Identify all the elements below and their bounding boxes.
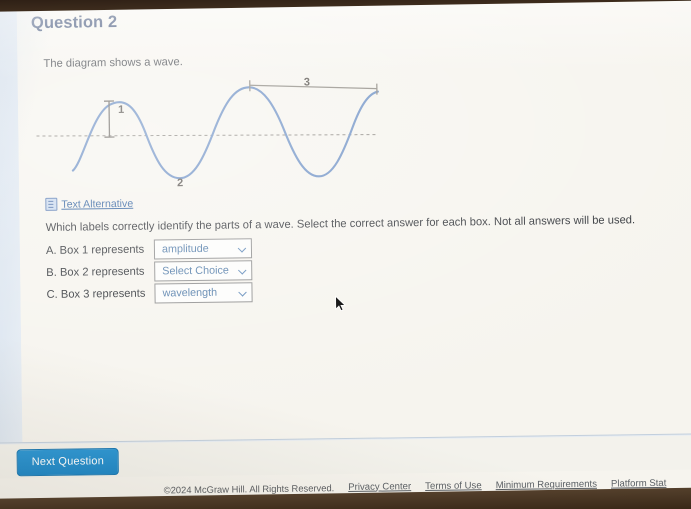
- answer-row-a: A. Box 1 represents amplitude: [45, 237, 253, 262]
- footer-link-terms-of-use[interactable]: Terms of Use: [425, 480, 482, 492]
- wave-diagram: 1 2 3: [36, 71, 398, 198]
- chevron-down-icon: [239, 244, 247, 252]
- dropdown-box-2-value: Select Choice: [162, 264, 229, 278]
- document-icon: [45, 197, 58, 211]
- screen-surface: Question 2 The diagram shows a wave. 1 2…: [0, 0, 691, 509]
- text-alternative-link[interactable]: Text Alternative: [61, 197, 133, 210]
- answer-row-b: B. Box 2 represents Select Choice: [46, 259, 253, 284]
- next-question-button[interactable]: Next Question: [16, 448, 120, 477]
- wavelength-measure-line: [249, 84, 377, 90]
- answer-label-b: B. Box 2 represents: [46, 265, 145, 279]
- dropdown-box-1[interactable]: amplitude: [153, 238, 253, 260]
- figure-label-1: 1: [118, 103, 125, 116]
- footer-link-privacy-center[interactable]: Privacy Center: [348, 481, 411, 493]
- dropdown-box-1-value: amplitude: [161, 242, 209, 256]
- chevron-down-icon: [239, 266, 247, 274]
- dropdown-box-3[interactable]: wavelength: [154, 282, 253, 304]
- page-title: Question 2: [30, 12, 118, 33]
- answer-label-a: A. Box 1 represents: [45, 243, 145, 257]
- text-alternative-row[interactable]: Text Alternative: [45, 197, 133, 211]
- answer-row-c: C. Box 3 represents wavelength: [46, 281, 253, 306]
- chevron-down-icon: [239, 288, 247, 296]
- answer-rows: A. Box 1 represents amplitude B. Box 2 r…: [46, 237, 253, 306]
- wave-curve: [71, 86, 379, 180]
- photographed-screen-frame: Question 2 The diagram shows a wave. 1 2…: [0, 0, 691, 509]
- question-page: Question 2 The diagram shows a wave. 1 2…: [16, 0, 691, 443]
- figure-label-2: 2: [177, 177, 184, 190]
- dropdown-box-2[interactable]: Select Choice: [154, 260, 253, 282]
- answer-label-c: C. Box 3 represents: [46, 287, 146, 301]
- prompt-intro-text: The diagram shows a wave.: [43, 56, 183, 70]
- figure-label-3: 3: [303, 76, 310, 89]
- footer-link-platform-status[interactable]: Platform Stat: [611, 477, 667, 489]
- wave-diagram-svg: [36, 80, 379, 180]
- dropdown-box-3-value: wavelength: [162, 286, 218, 300]
- question-stem: Which labels correctly identify the part…: [45, 214, 636, 234]
